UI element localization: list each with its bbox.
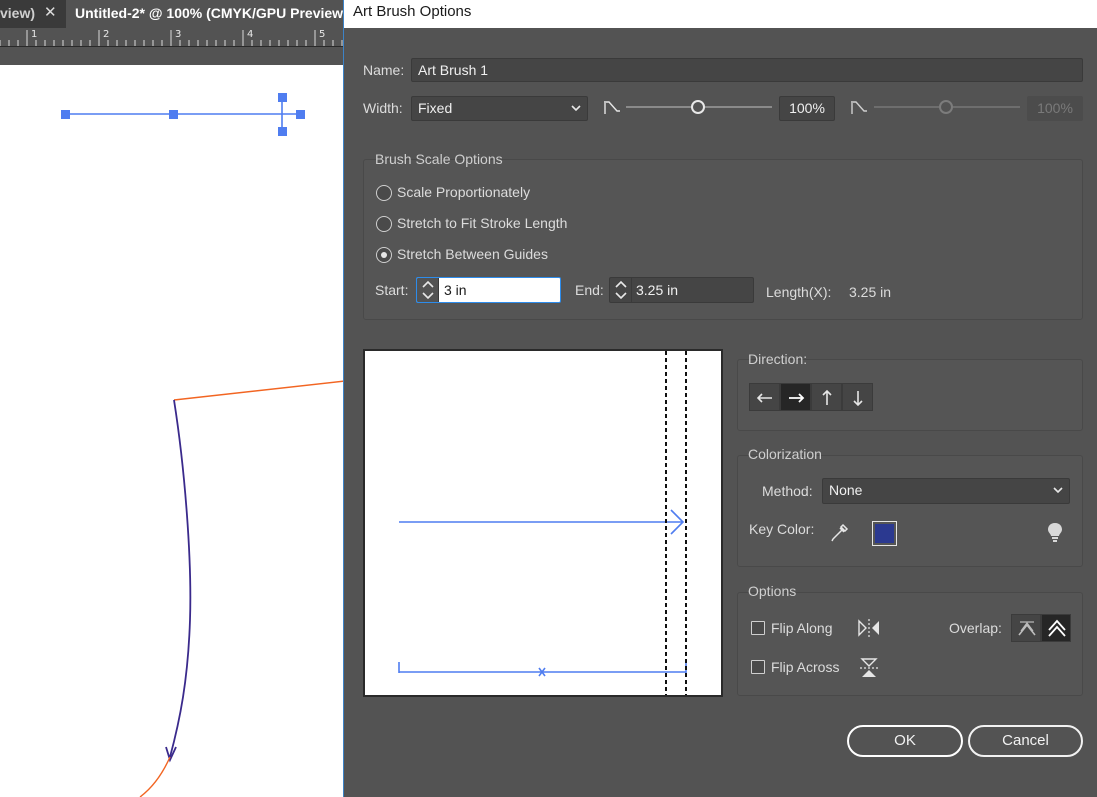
flip-across-checkbox[interactable] <box>751 660 765 674</box>
method-value: None <box>829 482 863 498</box>
lightbulb-icon[interactable] <box>1045 520 1065 544</box>
anchor-point[interactable] <box>61 110 70 119</box>
width-dropdown[interactable]: Fixed <box>411 96 588 121</box>
ruler-number: 2 <box>103 29 110 40</box>
overlap-label: Overlap: <box>949 620 1002 636</box>
direction-left-button[interactable] <box>749 383 780 411</box>
start-field[interactable]: 3 in <box>416 277 561 303</box>
dialog-titlebar[interactable]: Art Brush Options <box>344 0 1097 28</box>
key-color-swatch[interactable] <box>872 521 897 546</box>
radio-stretch-between-guides[interactable] <box>376 247 392 263</box>
cancel-button[interactable]: Cancel <box>968 725 1083 757</box>
ruler-ticks <box>0 30 343 46</box>
tab-label: view) <box>0 5 36 21</box>
radio-scale-proportionately[interactable] <box>376 185 392 201</box>
radio-stretch-to-fit[interactable] <box>376 216 392 232</box>
width-label: Width: <box>363 100 403 116</box>
flip-along-icon <box>858 619 879 637</box>
end-label: End: <box>575 282 604 298</box>
brush-preview[interactable] <box>363 349 724 698</box>
ruler-number: 3 <box>175 29 182 40</box>
length-label: Length(X): <box>766 284 832 300</box>
length-value: 3.25 in <box>849 284 892 300</box>
pasteboard-strip <box>0 47 345 65</box>
width-percent-field[interactable]: 100% <box>779 96 835 121</box>
name-field[interactable]: Art Brush 1 <box>411 58 1083 82</box>
start-value: 3 in <box>444 282 467 298</box>
start-label: Start: <box>375 282 409 298</box>
direction-right-button[interactable] <box>780 383 811 411</box>
tab-previous-document[interactable]: view) ✕ <box>0 0 66 28</box>
flip-across-icon <box>860 658 878 677</box>
anchor-point[interactable] <box>296 110 305 119</box>
tab-active-document[interactable]: Untitled-2* @ 100% (CMYK/GPU Preview <box>66 0 345 28</box>
method-label: Method: <box>762 483 813 499</box>
method-dropdown[interactable]: None <box>822 478 1070 504</box>
scale-proportionately-label[interactable]: Scale Proportionately <box>397 184 530 200</box>
direction-down-button[interactable] <box>842 383 873 411</box>
key-color-fill <box>875 524 894 543</box>
ruler-number: 5 <box>319 29 326 40</box>
flip-across-label[interactable]: Flip Across <box>771 659 839 675</box>
flip-along-label[interactable]: Flip Along <box>771 620 832 636</box>
chevron-down-icon <box>571 97 581 120</box>
variation-icon <box>851 101 867 114</box>
pressure-variation-icon <box>604 101 620 114</box>
direction-up-button[interactable] <box>811 383 842 411</box>
options-group <box>737 592 1083 696</box>
flip-along-checkbox[interactable] <box>751 621 765 635</box>
orange-path[interactable] <box>173 380 345 401</box>
anchor-point[interactable] <box>169 110 178 119</box>
name-label: Name: <box>363 62 405 78</box>
overlap-none-button[interactable] <box>1041 614 1071 642</box>
horizontal-ruler[interactable]: 1 2 3 4 5 <box>0 28 345 47</box>
artwork <box>61 93 345 797</box>
end-stepper[interactable] <box>610 278 632 302</box>
purple-path[interactable] <box>169 399 192 758</box>
width-slider-thumb[interactable] <box>691 100 705 114</box>
close-icon[interactable]: ✕ <box>44 0 57 26</box>
chevron-down-icon <box>1053 479 1063 503</box>
document-tab-bar: view) ✕ Untitled-2* @ 100% (CMYK/GPU Pre… <box>0 0 345 28</box>
overlap-adjust-button[interactable] <box>1011 614 1041 642</box>
dialog-title: Art Brush Options <box>353 3 472 20</box>
eyedropper-icon[interactable] <box>829 521 851 543</box>
end-value: 3.25 in <box>636 282 679 298</box>
brush-scale-options-title: Brush Scale Options <box>375 151 503 167</box>
ok-button[interactable]: OK <box>847 725 963 757</box>
colorization-title: Colorization <box>748 446 822 462</box>
key-color-label: Key Color: <box>749 521 815 537</box>
anchor-point[interactable] <box>278 127 287 136</box>
variation-slider-thumb <box>939 100 953 114</box>
stretch-between-guides-label[interactable]: Stretch Between Guides <box>397 246 548 262</box>
variation-percent-field: 100% <box>1027 96 1083 121</box>
options-title: Options <box>748 583 797 599</box>
stretch-to-fit-label[interactable]: Stretch to Fit Stroke Length <box>397 215 567 231</box>
width-value: Fixed <box>418 100 453 116</box>
end-field[interactable]: 3.25 in <box>609 277 754 303</box>
ruler-number: 1 <box>31 29 38 40</box>
start-stepper[interactable] <box>417 278 439 302</box>
direction-title: Direction: <box>748 351 808 367</box>
orange-path-end[interactable] <box>139 756 171 797</box>
tab-label: Untitled-2* @ 100% (CMYK/GPU Preview <box>75 5 344 21</box>
ruler-number: 4 <box>247 29 254 40</box>
colorization-group <box>737 455 1083 567</box>
document-canvas[interactable]: view) ✕ Untitled-2* @ 100% (CMYK/GPU Pre… <box>0 0 345 797</box>
anchor-point[interactable] <box>278 93 287 102</box>
art-brush-options-dialog: Art Brush Options Name: Art Brush 1 Widt… <box>343 0 1097 797</box>
